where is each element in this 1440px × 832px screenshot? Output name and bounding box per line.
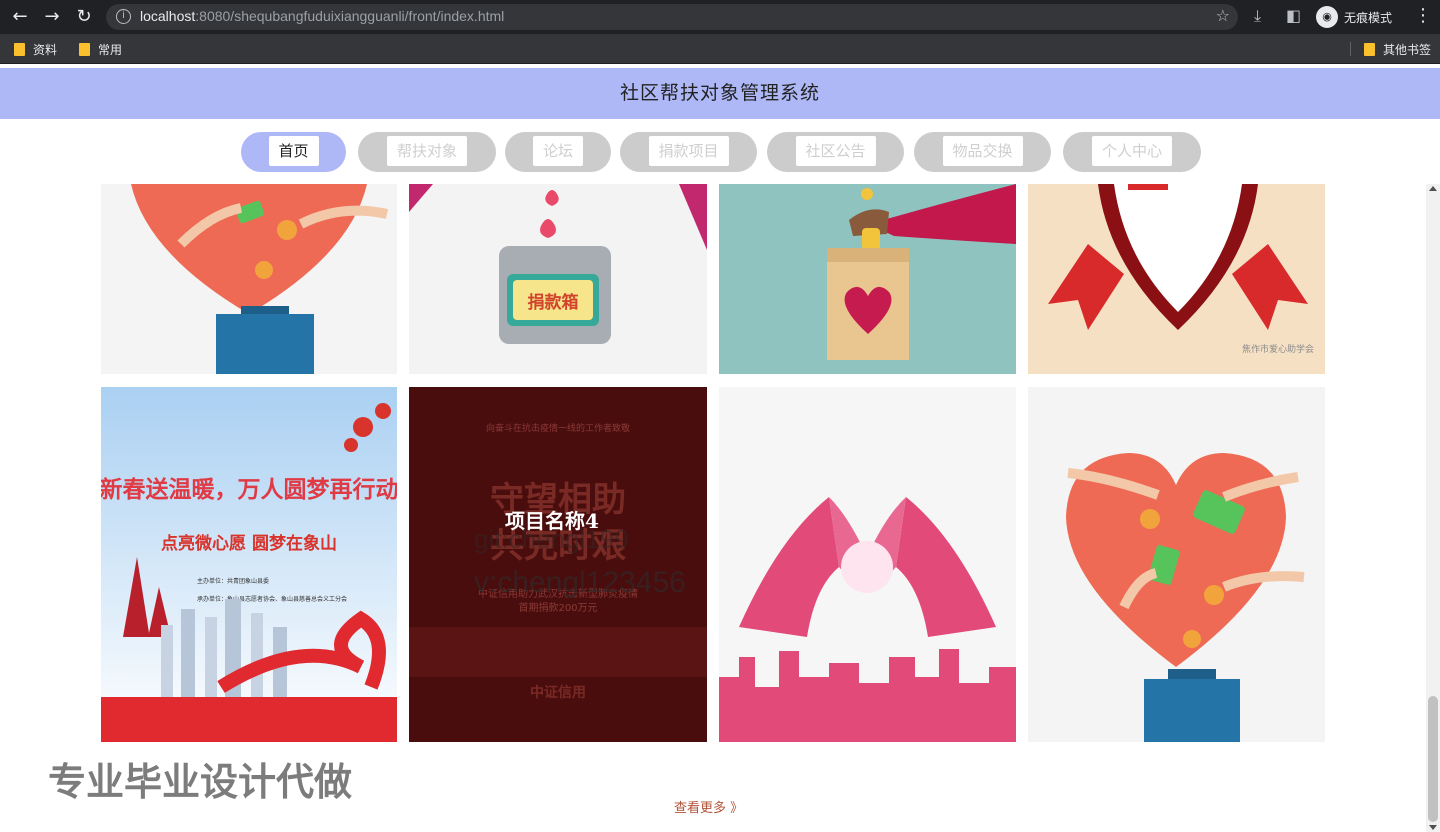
scroll-up-icon[interactable] xyxy=(1429,186,1437,191)
site-title: 社区帮扶对象管理系统 xyxy=(619,82,820,104)
site-header: 社区帮扶对象管理系统 xyxy=(0,68,1440,119)
donation-box-image: 捐款箱 xyxy=(409,184,707,344)
nav-label: 社区公告 xyxy=(795,136,876,166)
watermark-slogan: 专业毕业设计代做 xyxy=(48,760,353,804)
folder-icon xyxy=(1364,43,1375,56)
poster-donation-line-2: 首期捐款200万元 xyxy=(518,601,597,614)
poster-sponsor-logo: 中证信用 xyxy=(530,684,586,701)
poster-organizer: 主办单位：共青团象山县委 xyxy=(197,577,269,585)
nav-label: 帮扶对象 xyxy=(386,136,468,166)
page-scrollbar[interactable] xyxy=(1426,184,1440,832)
nav-label: 论坛 xyxy=(532,136,584,166)
nav-label: 个人中心 xyxy=(1091,136,1173,166)
nav-home[interactable]: 首页 xyxy=(241,132,346,172)
project-card[interactable]: 新春送温暖，万人圆梦再行动 点亮微心愿 圆梦在象山 主办单位：共青团象山县委 承… xyxy=(101,387,397,742)
spring-warmth-poster-image: 新春送温暖，万人圆梦再行动 点亮微心愿 圆梦在象山 主办单位：共青团象山县委 承… xyxy=(101,387,397,742)
browser-menu-icon[interactable]: ⋮ xyxy=(1414,5,1432,26)
bookmark-folder-changyong[interactable]: 常用 xyxy=(79,41,122,58)
project-card[interactable] xyxy=(719,184,1016,374)
bookmark-star-icon[interactable]: ☆ xyxy=(1216,6,1230,25)
nav-personal-center[interactable]: 个人中心 xyxy=(1063,132,1201,172)
scroll-thumb[interactable] xyxy=(1428,696,1438,822)
project-card-hover[interactable]: 向奋斗在抗击疫情一线的工作者致敬 守望相助 共克时艰 中证信用助力武汉抗击新型肺… xyxy=(409,387,707,742)
browser-toolbar: ← → ↻ i localhost:8080/shequbangfuduixia… xyxy=(0,0,1440,34)
bookmark-separator xyxy=(1350,42,1351,56)
poster-subheadline: 点亮微心愿 圆梦在象山 xyxy=(161,533,337,554)
donation-box-label: 捐款箱 xyxy=(528,292,579,313)
project-card[interactable] xyxy=(1028,387,1325,742)
other-bookmarks[interactable]: 其他书签 xyxy=(1364,41,1431,58)
side-panel-icon[interactable]: ◧ xyxy=(1286,6,1301,25)
heart-donation-large-image xyxy=(1066,453,1305,742)
nav-donation-projects[interactable]: 捐款项目 xyxy=(620,132,757,172)
folder-icon xyxy=(79,43,90,56)
ribbon-heart-image: 焦作市爱心助学会 xyxy=(1048,184,1314,355)
dark-red-poster-image: 向奋斗在抗击疫情一线的工作者致敬 守望相助 共克时艰 中证信用助力武汉抗击新型肺… xyxy=(409,422,707,701)
forward-icon[interactable]: → xyxy=(40,5,64,29)
nav-item-exchange[interactable]: 物品交换 xyxy=(914,132,1051,172)
ribbon-image-caption: 焦作市爱心助学会 xyxy=(1242,343,1314,355)
poster-tribute-line: 向奋斗在抗击疫情一线的工作者致敬 xyxy=(486,422,630,434)
project-card[interactable]: 捐款箱 xyxy=(409,184,707,374)
project-card[interactable] xyxy=(719,387,1016,742)
url-text[interactable]: localhost:8080/shequbangfuduixiangguanli… xyxy=(140,8,504,24)
folder-icon xyxy=(14,43,25,56)
watermark-git: git:chengl199 xyxy=(474,524,629,554)
reload-icon[interactable]: ↻ xyxy=(72,5,96,29)
incognito-indicator[interactable]: ◉ 无痕模式 xyxy=(1316,5,1392,29)
nav-label: 捐款项目 xyxy=(648,136,729,166)
nav-forum[interactable]: 论坛 xyxy=(505,132,611,172)
hands-heart-image xyxy=(719,497,1016,742)
watermark-wechat: v:chengl123456 xyxy=(474,566,686,599)
project-card[interactable] xyxy=(101,184,397,374)
nav-community-notices[interactable]: 社区公告 xyxy=(767,132,904,172)
web-page: 社区帮扶对象管理系统 首页 帮扶对象 论坛 捐款项目 社区公告 物品交换 个人中… xyxy=(0,68,1440,832)
back-icon[interactable]: ← xyxy=(8,5,32,29)
nav-label: 首页 xyxy=(268,136,319,166)
address-bar[interactable]: i localhost:8080/shequbangfuduixiangguan… xyxy=(106,4,1238,30)
incognito-icon: ◉ xyxy=(1316,6,1338,28)
nav-help-targets[interactable]: 帮扶对象 xyxy=(358,132,496,172)
scroll-down-icon[interactable] xyxy=(1429,825,1437,830)
download-icon[interactable]: ⤓ xyxy=(1254,6,1261,26)
bookmarks-bar: 资料 常用 其他书签 xyxy=(0,34,1440,64)
hand-coin-box-image xyxy=(827,184,1016,360)
view-more-link[interactable]: 查看更多 》 xyxy=(674,797,743,816)
project-gallery: 捐款箱 焦作市爱心助学会 新春送温暖，万人圆梦再行动 点亮微心愿 圆梦在象山 主… xyxy=(0,184,1426,832)
poster-coorganizer: 承办单位：象山县志愿者协会、象山县慈善总会义工分会 xyxy=(197,595,347,603)
project-card[interactable]: 焦作市爱心助学会 xyxy=(1028,184,1325,374)
heart-donation-box-image xyxy=(131,184,389,374)
poster-headline: 新春送温暖，万人圆梦再行动 xyxy=(101,476,397,503)
site-info-icon[interactable]: i xyxy=(116,9,131,24)
bookmark-folder-ziliao[interactable]: 资料 xyxy=(14,41,57,58)
nav-label: 物品交换 xyxy=(942,136,1023,166)
